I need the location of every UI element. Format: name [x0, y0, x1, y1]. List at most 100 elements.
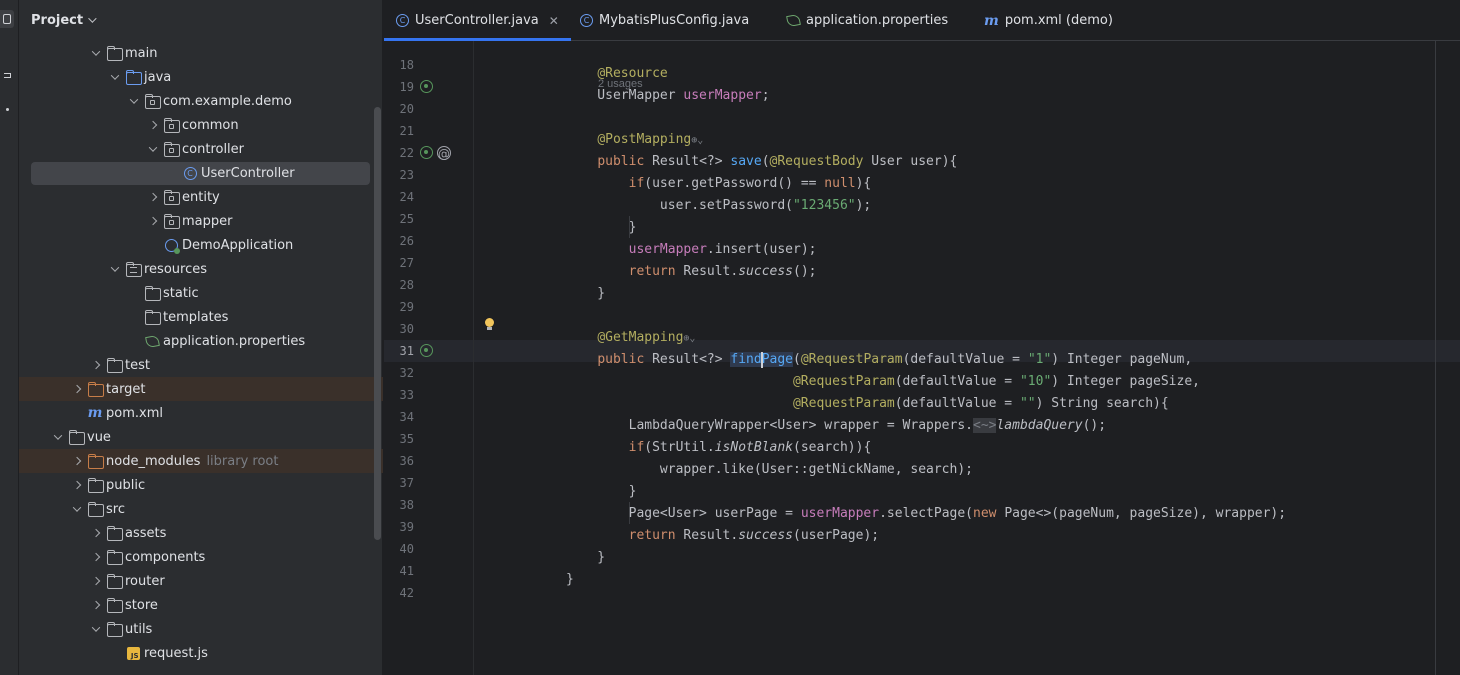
- chevron-down-icon[interactable]: [50, 429, 66, 445]
- code-line-30: @GetMapping⊕⌄: [597, 330, 696, 345]
- editor-tab[interactable]: m pom.xml (demo): [972, 0, 1125, 41]
- line-number[interactable]: 42: [384, 582, 414, 604]
- chevron-right-icon[interactable]: [88, 549, 104, 565]
- tree-item-label: assets: [125, 525, 167, 541]
- tree-item[interactable]: static: [19, 281, 383, 305]
- line-number[interactable]: 19: [384, 76, 414, 98]
- tree-item[interactable]: node_modules library root: [19, 449, 383, 473]
- chevron-down-icon[interactable]: [88, 621, 104, 637]
- tree-item[interactable]: store: [19, 593, 383, 617]
- tree-item[interactable]: resources: [19, 257, 383, 281]
- line-number[interactable]: 40: [384, 538, 414, 560]
- commit-tool-icon[interactable]: [0, 66, 14, 84]
- line-number[interactable]: 22: [384, 142, 414, 164]
- chevron-down-icon[interactable]: [145, 141, 161, 157]
- line-number[interactable]: 23: [384, 164, 414, 186]
- chevron-right-icon[interactable]: [69, 453, 85, 469]
- chevron-down-icon[interactable]: [107, 261, 123, 277]
- line-number[interactable]: 32: [384, 362, 414, 384]
- spring-bean-icon[interactable]: [420, 146, 433, 159]
- line-number[interactable]: 39: [384, 516, 414, 538]
- tree-item[interactable]: common: [19, 113, 383, 137]
- java-class-icon: C: [182, 165, 198, 181]
- chevron-right-icon[interactable]: [145, 189, 161, 205]
- chevron-down-icon[interactable]: [107, 69, 123, 85]
- folder-icon: [106, 621, 123, 637]
- maven-icon: m: [984, 12, 999, 29]
- tree-item[interactable]: target: [19, 377, 383, 401]
- endpoint-icon[interactable]: ⊕⌄: [691, 135, 703, 146]
- tree-item[interactable]: entity: [19, 185, 383, 209]
- project-view-selector[interactable]: Project: [31, 11, 97, 29]
- line-number[interactable]: 30: [384, 318, 414, 340]
- line-number[interactable]: 21: [384, 120, 414, 142]
- line-number[interactable]: 20: [384, 98, 414, 120]
- tree-item[interactable]: DemoApplication: [19, 233, 383, 257]
- folder-icon: [125, 69, 142, 85]
- tab-label: UserController.java: [415, 13, 539, 28]
- tree-item[interactable]: application.properties: [19, 329, 383, 353]
- more-tools-icon[interactable]: [0, 100, 14, 118]
- tree-item[interactable]: m pom.xml: [19, 401, 383, 425]
- line-number[interactable]: 33: [384, 384, 414, 406]
- spring-bean-icon[interactable]: [420, 344, 433, 357]
- tree-item[interactable]: utils: [19, 617, 383, 641]
- line-number[interactable]: 36: [384, 450, 414, 472]
- tree-item[interactable]: assets: [19, 521, 383, 545]
- chevron-right-icon[interactable]: [88, 573, 104, 589]
- spring-bean-icon[interactable]: [420, 80, 433, 93]
- chevron-right-icon[interactable]: [145, 117, 161, 133]
- line-number[interactable]: 28: [384, 274, 414, 296]
- tree-item[interactable]: main: [19, 41, 383, 65]
- line-number[interactable]: 18: [384, 54, 414, 76]
- chevron-right-icon[interactable]: [88, 525, 104, 541]
- tree-item[interactable]: public: [19, 473, 383, 497]
- tree-item[interactable]: vue: [19, 425, 383, 449]
- tree-item[interactable]: components: [19, 545, 383, 569]
- line-number[interactable]: 26: [384, 230, 414, 252]
- project-tool-icon[interactable]: [0, 10, 14, 28]
- spring-boot-app-icon: [163, 237, 180, 254]
- tree-scrollbar[interactable]: [374, 107, 381, 540]
- editor-tab[interactable]: C UserController.java ✕: [384, 0, 571, 41]
- tree-item[interactable]: mapper: [19, 209, 383, 233]
- editor-tab[interactable]: application.properties: [775, 0, 960, 41]
- tree-item[interactable]: router: [19, 569, 383, 593]
- tree-item[interactable]: test: [19, 353, 383, 377]
- line-number[interactable]: 25: [384, 208, 414, 230]
- tree-item[interactable]: JS request.js: [19, 641, 383, 665]
- code-line-25: }: [566, 220, 637, 235]
- line-number[interactable]: 29: [384, 296, 414, 318]
- chevron-right-icon[interactable]: [88, 597, 104, 613]
- line-number[interactable]: 41: [384, 560, 414, 582]
- close-icon[interactable]: ✕: [549, 14, 559, 28]
- tree-item[interactable]: templates: [19, 305, 383, 329]
- chevron-right-icon[interactable]: [145, 213, 161, 229]
- line-number[interactable]: 37: [384, 472, 414, 494]
- tree-item[interactable]: com.example.demo: [19, 89, 383, 113]
- line-number[interactable]: 35: [384, 428, 414, 450]
- lightbulb-icon[interactable]: [484, 318, 495, 331]
- endpoint-at-icon[interactable]: @: [437, 146, 451, 161]
- chevron-down-icon[interactable]: [69, 501, 85, 517]
- chevron-right-icon[interactable]: [88, 357, 104, 373]
- chevron-down-icon[interactable]: [126, 93, 142, 109]
- tree-item[interactable]: java: [19, 65, 383, 89]
- chevron-right-icon[interactable]: [69, 477, 85, 493]
- editor-tab[interactable]: C MybatisPlusConfig.java: [568, 0, 761, 41]
- line-number[interactable]: 27: [384, 252, 414, 274]
- endpoint-icon[interactable]: ⊕⌄: [683, 333, 695, 344]
- line-number[interactable]: 34: [384, 406, 414, 428]
- tree-item-label: com.example.demo: [163, 93, 292, 109]
- code-editor[interactable]: 2 usages @Resource UserMapper userMapper…: [474, 41, 1460, 675]
- chevron-right-icon[interactable]: [69, 381, 85, 397]
- tree-item-label: common: [182, 117, 239, 133]
- tree-item-label: mapper: [182, 213, 233, 229]
- tree-item[interactable]: src: [19, 497, 383, 521]
- line-number[interactable]: 31: [384, 340, 414, 362]
- chevron-down-icon[interactable]: [88, 45, 104, 61]
- tree-item[interactable]: C UserController: [19, 161, 383, 185]
- line-number[interactable]: 38: [384, 494, 414, 516]
- tree-item[interactable]: controller: [19, 137, 383, 161]
- line-number[interactable]: 24: [384, 186, 414, 208]
